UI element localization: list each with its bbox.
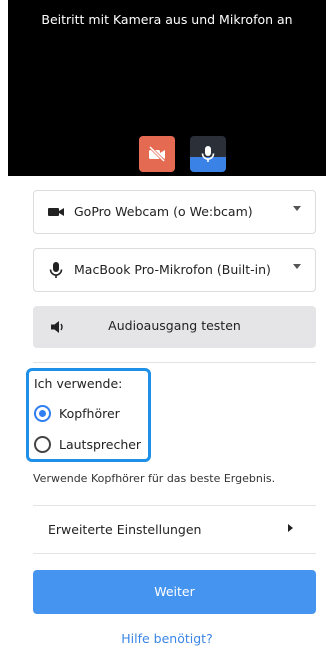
camera-preview: Beitritt mit Kamera aus und Mikrofon an <box>8 0 326 176</box>
radio-checked-icon[interactable] <box>34 405 51 422</box>
chevron-down-icon <box>293 206 301 211</box>
camera-toggle-button[interactable] <box>139 136 175 172</box>
microphone-icon <box>49 262 63 278</box>
microphone-select[interactable]: MacBook Pro-Mikrofon (Built-in) <box>33 248 316 292</box>
chevron-right-icon <box>288 524 293 532</box>
radio-label-speaker: Lautsprecher <box>59 437 142 452</box>
camera-off-icon <box>148 145 166 163</box>
video-camera-icon <box>48 208 64 216</box>
camera-select-value: GoPro Webcam (o We:bcam) <box>74 204 253 219</box>
advanced-settings-toggle[interactable]: Erweiterte Einstellungen <box>33 507 316 551</box>
preview-status-text: Beitritt mit Kamera aus und Mikrofon an <box>41 12 293 27</box>
help-link[interactable]: Hilfe benötigt? <box>0 631 334 646</box>
headphone-hint-text: Verwende Kopfhörer für das beste Ergebni… <box>33 472 276 485</box>
advanced-settings-label: Erweiterte Einstellungen <box>48 522 202 537</box>
microphone-select-value: MacBook Pro-Mikrofon (Built-in) <box>74 262 271 277</box>
join-settings-panel: Beitritt mit Kamera aus und Mikrofon an … <box>0 0 334 650</box>
audio-device-choice-title: Ich verwende: <box>34 376 123 391</box>
audio-device-choice-group: Ich verwende: Kopfhörer Lautsprecher <box>26 368 151 462</box>
radio-label-headphones: Kopfhörer <box>59 406 120 421</box>
radio-unchecked-icon[interactable] <box>34 436 51 453</box>
continue-button[interactable]: Weiter <box>33 570 316 614</box>
microphone-icon <box>201 146 215 162</box>
test-audio-output-button[interactable]: Audioausgang testen <box>33 306 316 348</box>
divider <box>33 362 316 363</box>
microphone-toggle-button[interactable] <box>190 136 226 172</box>
continue-button-label: Weiter <box>154 584 195 599</box>
camera-select[interactable]: GoPro Webcam (o We:bcam) <box>33 190 316 234</box>
chevron-down-icon <box>293 264 301 269</box>
divider <box>33 553 316 554</box>
test-audio-output-label: Audioausgang testen <box>108 318 241 333</box>
divider <box>33 505 316 506</box>
